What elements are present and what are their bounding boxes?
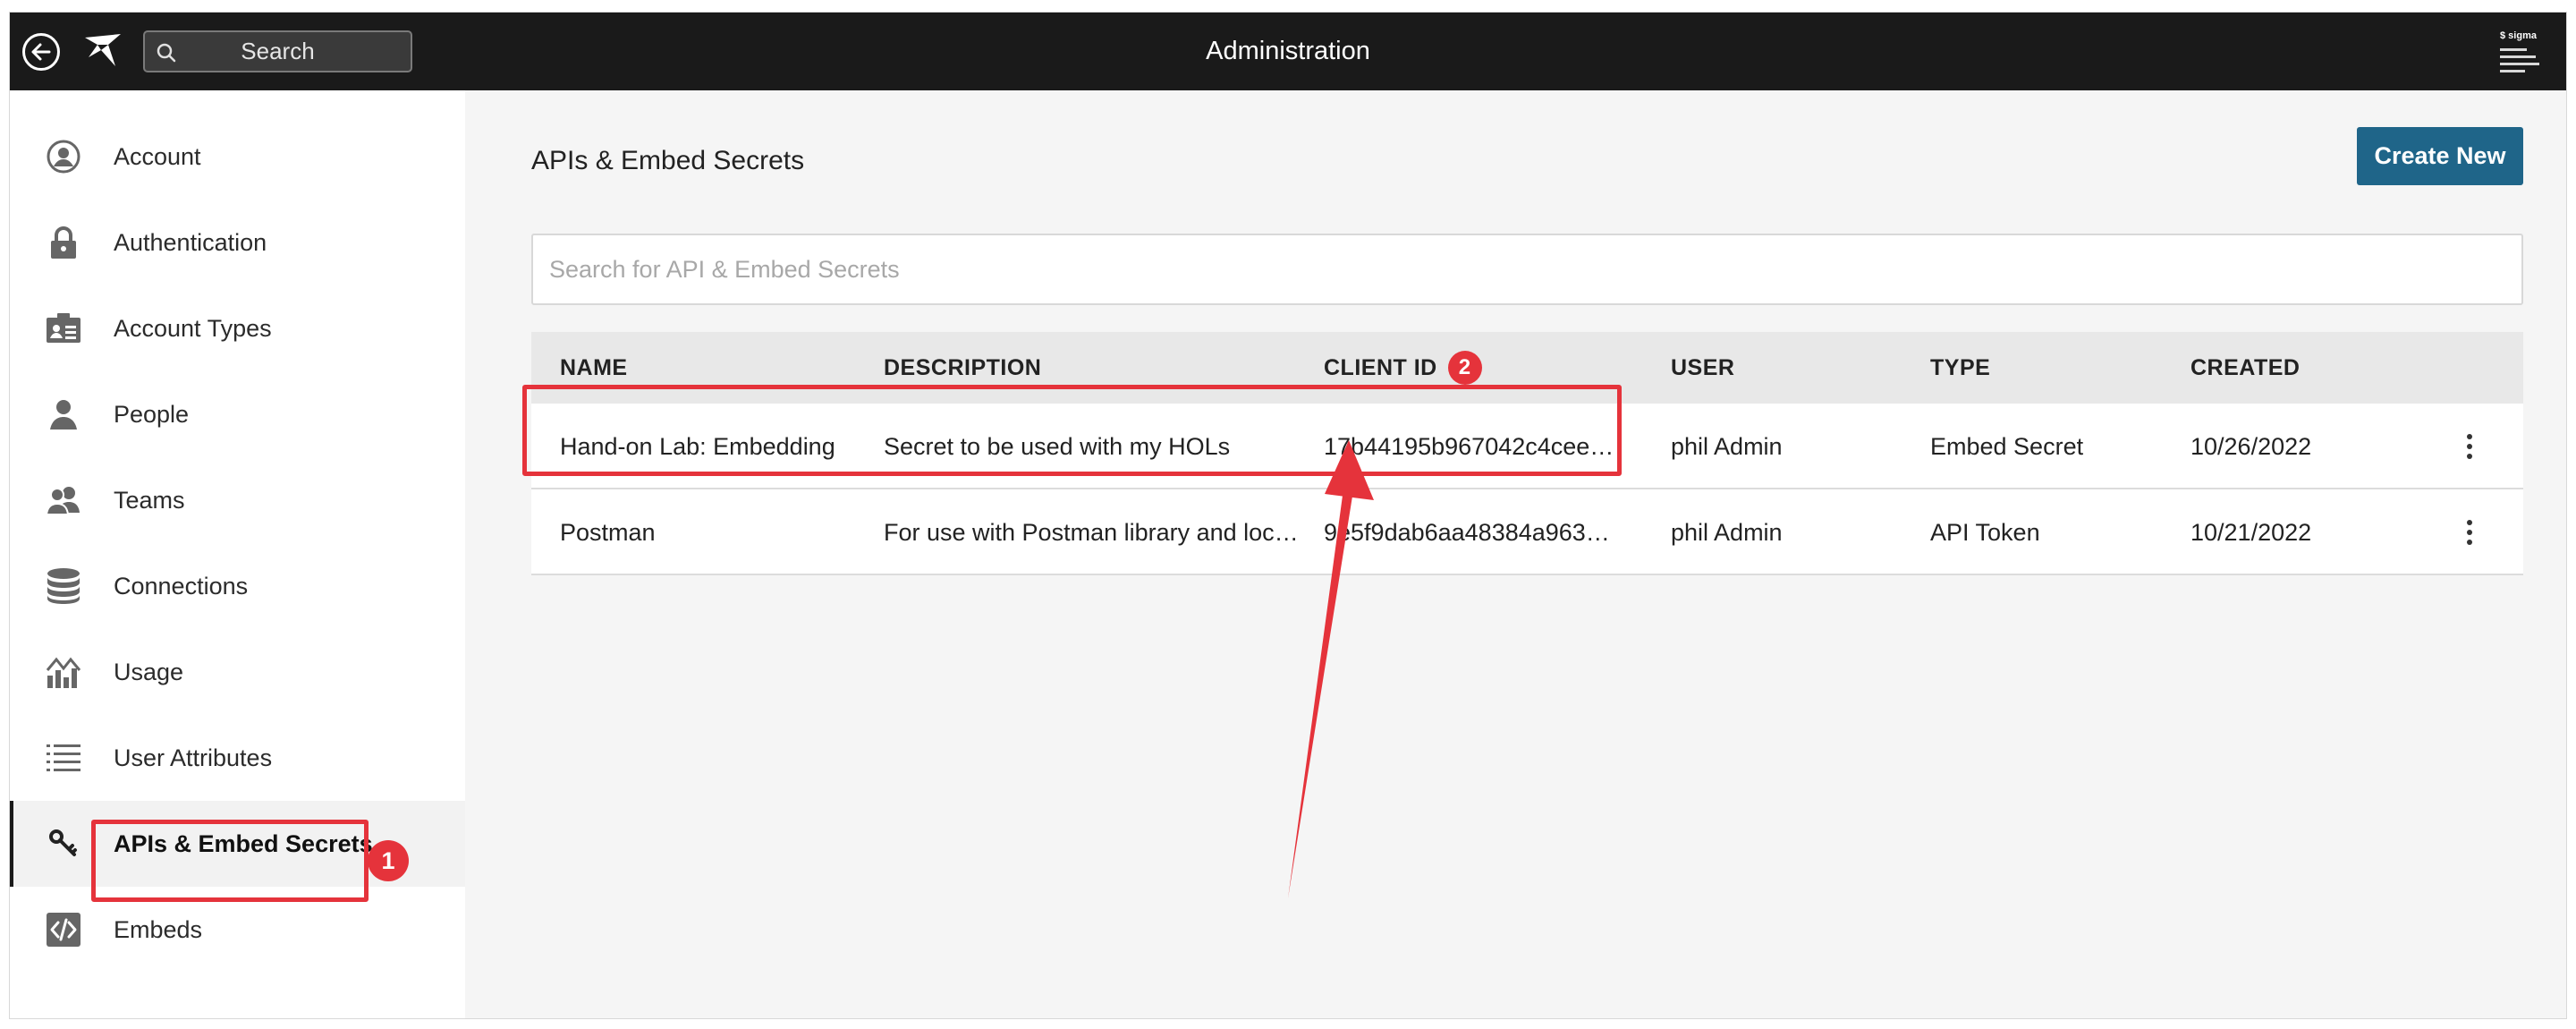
- id-card-icon: [44, 309, 83, 348]
- user-avatar[interactable]: $ sigma: [2496, 27, 2546, 77]
- sidebar-item-teams[interactable]: Teams: [10, 457, 465, 543]
- column-header-description[interactable]: DESCRIPTION: [884, 332, 1041, 404]
- sidebar-item-label: Teams: [114, 486, 185, 514]
- column-header-user[interactable]: USER: [1671, 332, 1734, 404]
- create-new-button[interactable]: Create New: [2357, 127, 2523, 185]
- row-menu-icon[interactable]: [2456, 404, 2483, 489]
- sidebar-item-label: Usage: [114, 658, 184, 685]
- sidebar-item-label: User Attributes: [114, 744, 273, 771]
- avatar-line: [2500, 48, 2527, 51]
- back-arrow-icon[interactable]: [22, 33, 60, 71]
- cell-description: Secret to be used with my HOLs: [884, 432, 1231, 460]
- table-row[interactable]: Hand-on Lab: Embedding Secret to be used…: [531, 404, 2523, 489]
- cell-user: phil Admin: [1671, 432, 1783, 460]
- table-header: NAME DESCRIPTION CLIENT ID 2 USER TYPE C…: [531, 332, 2523, 404]
- cell-client-id: 17b44195b967042c4cee…: [1324, 432, 1614, 460]
- cell-name: Postman: [560, 518, 656, 546]
- column-header-created[interactable]: CREATED: [2190, 332, 2300, 404]
- key-icon: [44, 824, 83, 863]
- list-icon: [44, 738, 83, 778]
- sidebar-item-user-attributes[interactable]: User Attributes: [10, 715, 465, 801]
- sidebar-item-label: Account Types: [114, 314, 272, 342]
- sidebar-item-label: APIs & Embed Secrets: [114, 829, 373, 857]
- sidebar-item-account[interactable]: Account: [10, 114, 465, 200]
- cell-created: 10/21/2022: [2190, 518, 2312, 546]
- cell-type: Embed Secret: [1930, 432, 2084, 460]
- annotation-badge-1: 1: [368, 840, 409, 881]
- search-icon: [156, 42, 177, 68]
- column-header-type[interactable]: TYPE: [1930, 332, 1990, 404]
- sidebar-item-label: People: [114, 400, 190, 428]
- page-title: APIs & Embed Secrets: [531, 146, 805, 175]
- avatar-line: [2500, 55, 2536, 58]
- table-row[interactable]: Postman For use with Postman library and…: [531, 489, 2523, 575]
- column-header-name[interactable]: NAME: [560, 332, 628, 404]
- cell-created: 10/26/2022: [2190, 432, 2312, 460]
- code-icon: [44, 910, 83, 949]
- annotation-badge-2: 2: [1447, 351, 1482, 385]
- secrets-search-input[interactable]: [531, 234, 2523, 305]
- main-content: APIs & Embed Secrets Create New NAME DES…: [465, 90, 2566, 1018]
- person-icon: [44, 395, 83, 434]
- sidebar-item-label: Connections: [114, 572, 249, 600]
- team-icon: [44, 480, 83, 520]
- lock-icon: [44, 223, 83, 262]
- usage-chart-icon: [44, 652, 83, 692]
- cell-name: Hand-on Lab: Embedding: [560, 432, 835, 460]
- database-icon: [44, 566, 83, 606]
- column-header-client-id[interactable]: CLIENT ID 2: [1324, 332, 1482, 404]
- sidebar-item-account-types[interactable]: Account Types: [10, 285, 465, 371]
- sidebar-item-usage[interactable]: Usage: [10, 629, 465, 715]
- avatar-logo-icon: $ sigma: [2500, 30, 2537, 41]
- sidebar-item-label: Authentication: [114, 228, 267, 256]
- sidebar-item-label: Embeds: [114, 915, 203, 943]
- cell-client-id: 9e5f9dab6aa48384a963…: [1324, 518, 1610, 546]
- avatar-line: [2500, 63, 2539, 65]
- secrets-table: NAME DESCRIPTION CLIENT ID 2 USER TYPE C…: [531, 332, 2523, 575]
- cell-user: phil Admin: [1671, 518, 1783, 546]
- column-header-label: CLIENT ID: [1324, 354, 1437, 380]
- sigma-logo-icon[interactable]: [81, 30, 124, 72]
- sidebar-item-label: Account: [114, 142, 201, 170]
- search-label: Search: [241, 38, 315, 64]
- app-window: Search Administration $ sigma Account Au…: [10, 13, 2566, 1018]
- sidebar-item-connections[interactable]: Connections: [10, 543, 465, 629]
- sidebar-item-people[interactable]: People: [10, 371, 465, 457]
- global-search[interactable]: Search: [143, 30, 412, 72]
- sidebar-item-authentication[interactable]: Authentication: [10, 200, 465, 285]
- top-bar: Search Administration $ sigma: [10, 13, 2566, 90]
- row-menu-icon[interactable]: [2456, 489, 2483, 575]
- sidebar-item-embeds[interactable]: Embeds: [10, 887, 465, 973]
- avatar-line: [2500, 70, 2525, 72]
- cell-description: For use with Postman library and loc…: [884, 518, 1299, 546]
- account-icon: [44, 137, 83, 176]
- cell-type: API Token: [1930, 518, 2040, 546]
